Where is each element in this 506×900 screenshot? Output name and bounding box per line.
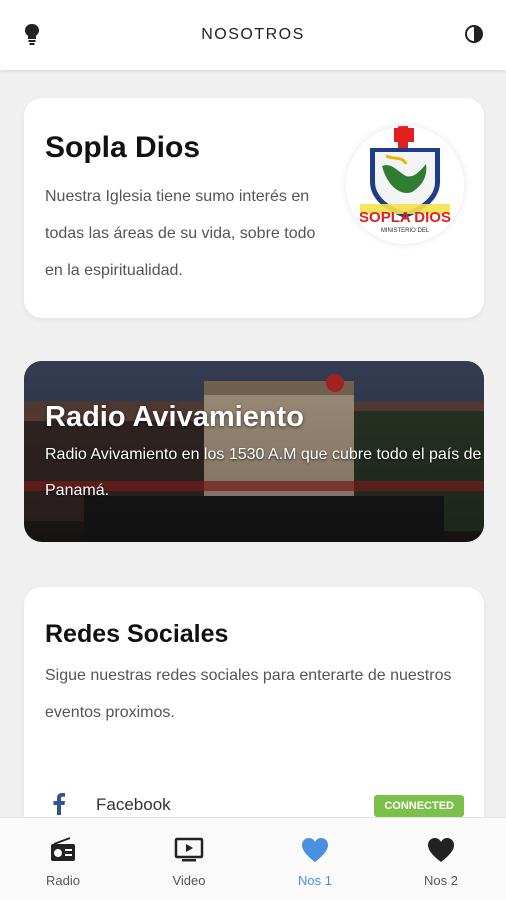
nav-label: Nos 1 bbox=[298, 873, 332, 888]
status-badge: CONNECTED bbox=[374, 795, 464, 817]
bottom-nav: Radio Video Nos 1 Nos 2 bbox=[0, 817, 506, 900]
church-card: Sopla Dios Nuestra Iglesia tiene sumo in… bbox=[24, 98, 484, 318]
logo-subtext: MINISTERIO DEL bbox=[381, 228, 430, 234]
radio-icon bbox=[48, 836, 78, 864]
social-card: Redes Sociales Sigue nuestras redes soci… bbox=[24, 587, 484, 847]
radio-banner[interactable]: Radio Avivamiento Radio Avivamiento en l… bbox=[24, 361, 484, 542]
heart-icon bbox=[300, 836, 330, 864]
social-item-label: Facebook bbox=[96, 795, 171, 814]
church-logo: SOPLA DIOS MINISTERIO DEL bbox=[346, 126, 464, 244]
nav-label: Radio bbox=[46, 873, 80, 888]
app-header: NOSOTROS bbox=[0, 0, 506, 70]
facebook-icon bbox=[52, 793, 66, 815]
nav-item-nos1[interactable]: Nos 1 bbox=[252, 818, 378, 900]
social-description: Sigue nuestras redes sociales para enter… bbox=[45, 667, 452, 721]
radio-description: Radio Avivamiento en los 1530 A.M que cu… bbox=[45, 446, 482, 499]
tv-icon bbox=[174, 836, 204, 864]
radio-title: Radio Avivamiento bbox=[45, 401, 304, 433]
heart-icon bbox=[426, 836, 456, 864]
logo-text: SOPLA DIOS bbox=[359, 209, 451, 226]
nav-item-video[interactable]: Video bbox=[126, 818, 252, 900]
nav-label: Nos 2 bbox=[424, 873, 458, 888]
church-name: Sopla Dios bbox=[45, 131, 201, 164]
nav-item-nos2[interactable]: Nos 2 bbox=[378, 818, 504, 900]
social-title: Redes Sociales bbox=[45, 620, 229, 648]
page-title: NOSOTROS bbox=[201, 26, 305, 43]
contrast-icon[interactable] bbox=[464, 24, 484, 44]
nav-item-radio[interactable]: Radio bbox=[0, 818, 126, 900]
nav-label: Video bbox=[172, 873, 206, 888]
church-description: Nuestra Iglesia tiene sumo interés en to… bbox=[45, 188, 316, 279]
